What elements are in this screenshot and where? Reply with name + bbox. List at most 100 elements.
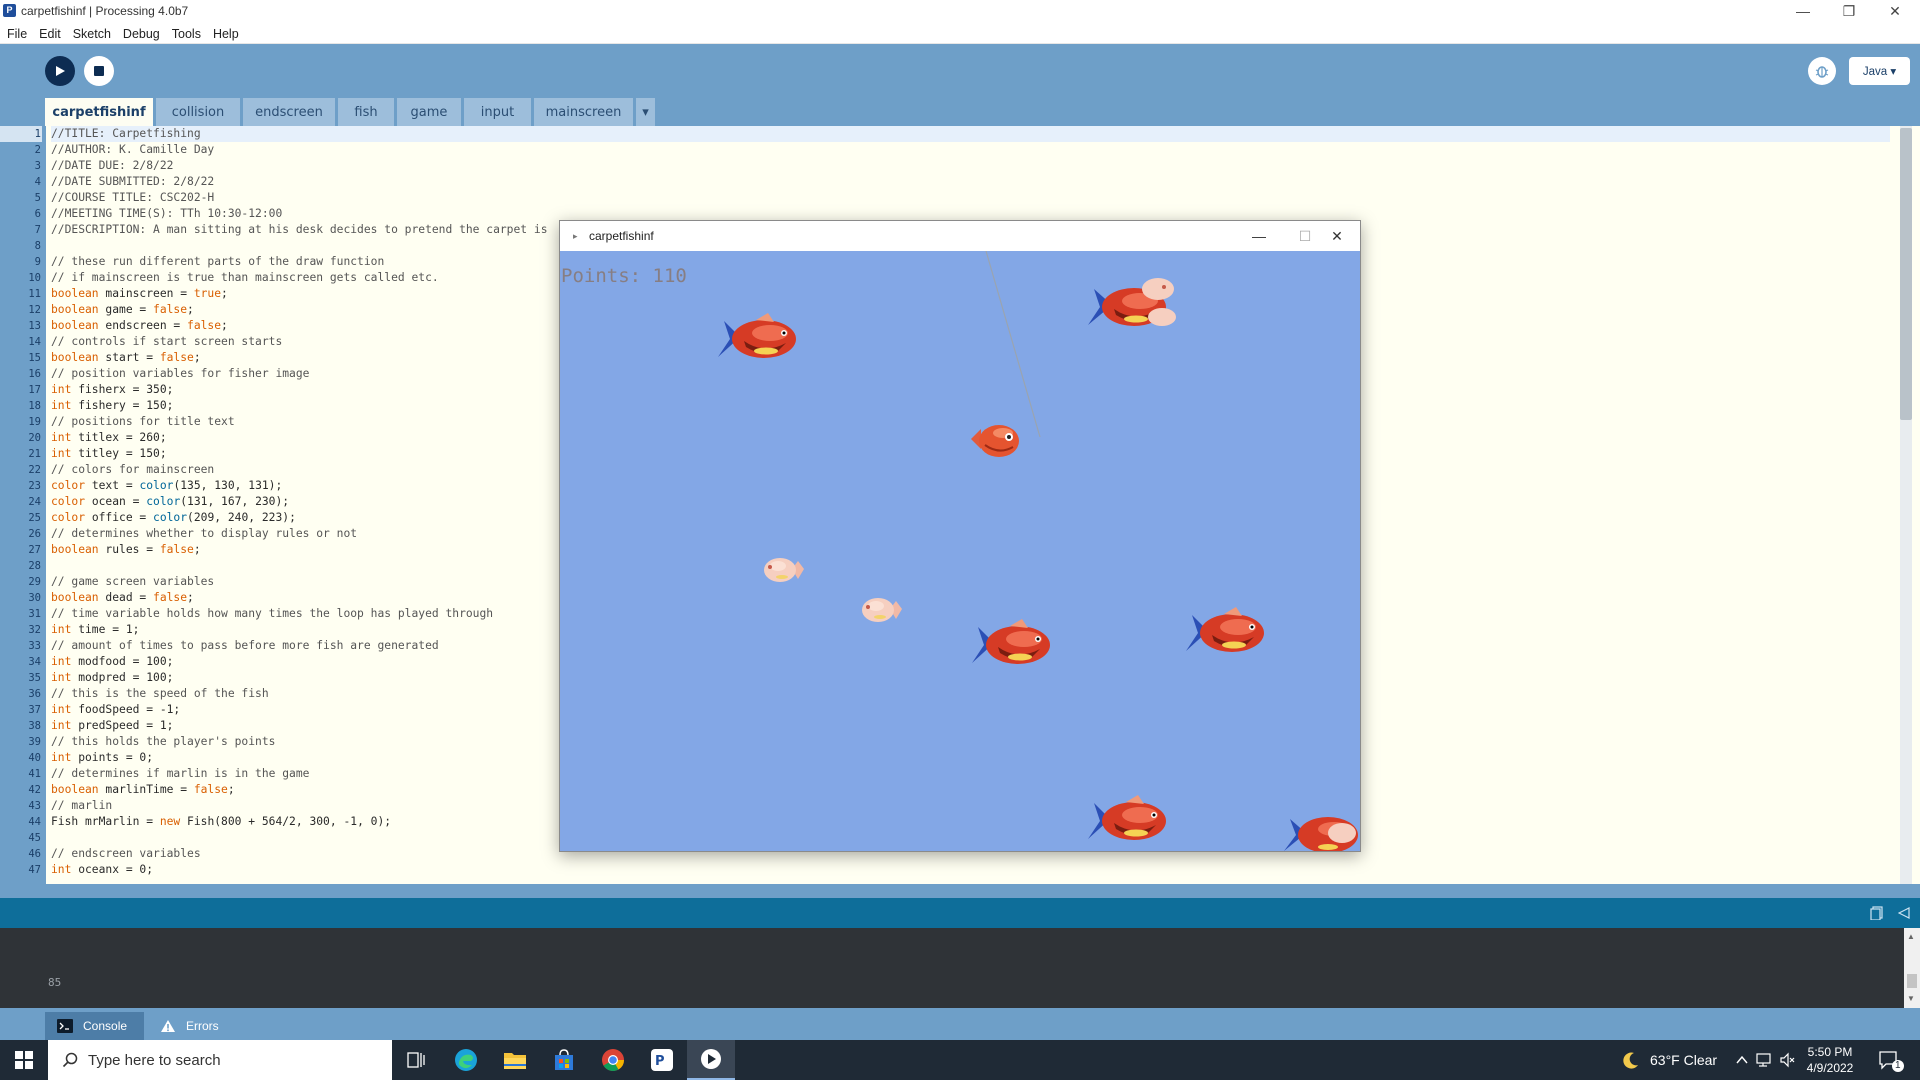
processing-app-icon: P <box>3 4 16 17</box>
menu-sketch[interactable]: Sketch <box>69 24 117 43</box>
line-number: 20 <box>28 432 41 444</box>
tab-input[interactable]: input <box>464 98 531 126</box>
code-line[interactable]: //DATE SUBMITTED: 2/8/22 <box>51 174 1890 190</box>
tab-collision[interactable]: collision <box>156 98 240 126</box>
start-button[interactable] <box>0 1040 48 1080</box>
line-numbers: 1 2 3 4 5 6 7 8 9 10 11 12 13 14 15 16 17 18 19 20 21 22 23 24 2… <box>0 126 42 878</box>
line-number: 10 <box>28 272 41 284</box>
line-number: 17 <box>28 384 41 396</box>
line-number: 8 <box>34 240 41 252</box>
clock-time: 5:50 PM <box>1807 1045 1853 1059</box>
player-fish <box>971 425 1019 457</box>
line-number: 31 <box>28 608 41 620</box>
sketch-tabs: carpetfishinf collision endscreen fish g… <box>0 98 1920 126</box>
notification-center-button[interactable]: 1 <box>1878 1040 1904 1080</box>
menu-file[interactable]: File <box>3 24 33 43</box>
line-number: 42 <box>28 784 41 796</box>
copy-console-icon[interactable] <box>1870 906 1884 920</box>
errors-tab-label: Errors <box>186 1019 219 1033</box>
toolbar <box>0 44 1920 98</box>
windows-logo-icon <box>15 1051 33 1069</box>
store-bag-icon <box>555 1049 573 1070</box>
menu-debug[interactable]: Debug <box>119 24 166 43</box>
debugger-button[interactable] <box>1808 57 1836 85</box>
minimize-button[interactable]: — <box>1780 0 1826 22</box>
line-number: 14 <box>28 336 41 348</box>
console-tab-bar: Console Errors <box>0 1008 1920 1044</box>
sketch-close-button[interactable]: ✕ <box>1314 221 1360 251</box>
tab-game[interactable]: game <box>397 98 461 126</box>
line-number: 28 <box>28 560 41 572</box>
predator-fish <box>718 313 796 358</box>
tab-fish[interactable]: fish <box>338 98 394 126</box>
tab-errors[interactable]: Errors <box>148 1012 228 1040</box>
food-fish <box>764 558 804 582</box>
sketch-titlebar: ▸ carpetfishinf — ☐ ✕ <box>560 221 1360 251</box>
taskbar-processing[interactable]: P <box>638 1040 686 1080</box>
line-number: 21 <box>28 448 41 460</box>
line-number: 7 <box>34 224 41 236</box>
tab-mainscreen[interactable]: mainscreen <box>534 98 633 126</box>
sketch-window-title: carpetfishinf <box>589 229 654 243</box>
console-scrollbar-thumb[interactable] <box>1907 974 1917 988</box>
line-number: 24 <box>28 496 41 508</box>
editor-status-strip <box>0 884 1920 898</box>
console-scrollbar[interactable]: ▲ ▼ <box>1904 928 1920 1008</box>
code-line[interactable]: //DATE DUE: 2/8/22 <box>51 158 1890 174</box>
line-number: 1 <box>0 126 42 142</box>
predator-fish-group <box>1088 278 1176 326</box>
collapse-console-icon[interactable] <box>1898 907 1910 919</box>
close-button[interactable]: ✕ <box>1872 0 1918 22</box>
food-fish <box>862 598 902 622</box>
line-number: 39 <box>28 736 41 748</box>
sketch-minimize-button[interactable]: — <box>1236 221 1282 251</box>
line-number: 38 <box>28 720 41 732</box>
line-number: 23 <box>28 480 41 492</box>
taskbar-sketch-window[interactable] <box>687 1040 735 1080</box>
menu-tools[interactable]: Tools <box>168 24 207 43</box>
taskbar-store[interactable] <box>540 1040 588 1080</box>
line-number: 3 <box>34 160 41 172</box>
line-number: 5 <box>34 192 41 204</box>
scroll-down-icon[interactable]: ▼ <box>1907 994 1915 1003</box>
weather-widget[interactable]: 63°F Clear <box>1622 1040 1717 1080</box>
line-number: 32 <box>28 624 41 636</box>
taskbar-file-explorer[interactable] <box>491 1040 539 1080</box>
code-line[interactable]: //AUTHOR: K. Camille Day <box>51 142 1890 158</box>
taskbar-edge[interactable] <box>442 1040 490 1080</box>
line-number: 2 <box>34 144 41 156</box>
predator-fish <box>1186 607 1264 652</box>
warning-icon <box>161 1020 175 1032</box>
restore-button[interactable]: ❐ <box>1826 0 1872 22</box>
line-number: 4 <box>34 176 41 188</box>
code-line[interactable]: int oceanx = 0; <box>51 862 1890 878</box>
edge-icon <box>455 1049 477 1071</box>
menu-help[interactable]: Help <box>209 24 245 43</box>
taskbar-search-box[interactable]: Type here to search <box>48 1040 392 1080</box>
tab-carpetfishinf[interactable]: carpetfishinf <box>45 98 153 126</box>
run-button[interactable] <box>45 56 75 86</box>
stop-button[interactable] <box>84 56 114 86</box>
show-hidden-icons-button[interactable] <box>1736 1040 1748 1080</box>
taskbar-clock[interactable]: 5:50 PM 4/9/2022 <box>1794 1044 1866 1076</box>
sketch-play-icon <box>701 1049 721 1069</box>
tab-endscreen[interactable]: endscreen <box>243 98 335 126</box>
game-canvas[interactable]: Points: 110 <box>560 251 1360 851</box>
stop-icon <box>94 66 104 76</box>
network-button[interactable] <box>1756 1040 1774 1080</box>
notification-count-badge: 1 <box>1892 1060 1904 1072</box>
taskbar-chrome[interactable] <box>589 1040 637 1080</box>
tabs-more-button[interactable]: ▾ <box>636 98 655 126</box>
line-number: 6 <box>34 208 41 220</box>
processing-icon: P <box>651 1049 673 1071</box>
line-number: 16 <box>28 368 41 380</box>
tab-console[interactable]: Console <box>45 1012 144 1040</box>
task-view-button[interactable] <box>392 1040 440 1080</box>
menu-edit[interactable]: Edit <box>35 24 67 43</box>
editor-scrollbar-thumb[interactable] <box>1900 128 1912 420</box>
mode-selector[interactable]: Java ▾ <box>1849 57 1910 85</box>
code-line[interactable]: //COURSE TITLE: CSC202-H <box>51 190 1890 206</box>
scroll-up-icon[interactable]: ▲ <box>1907 932 1915 941</box>
code-line[interactable]: //TITLE: Carpetfishing <box>51 126 1890 142</box>
console-output[interactable]: 85 <box>0 928 1920 1008</box>
